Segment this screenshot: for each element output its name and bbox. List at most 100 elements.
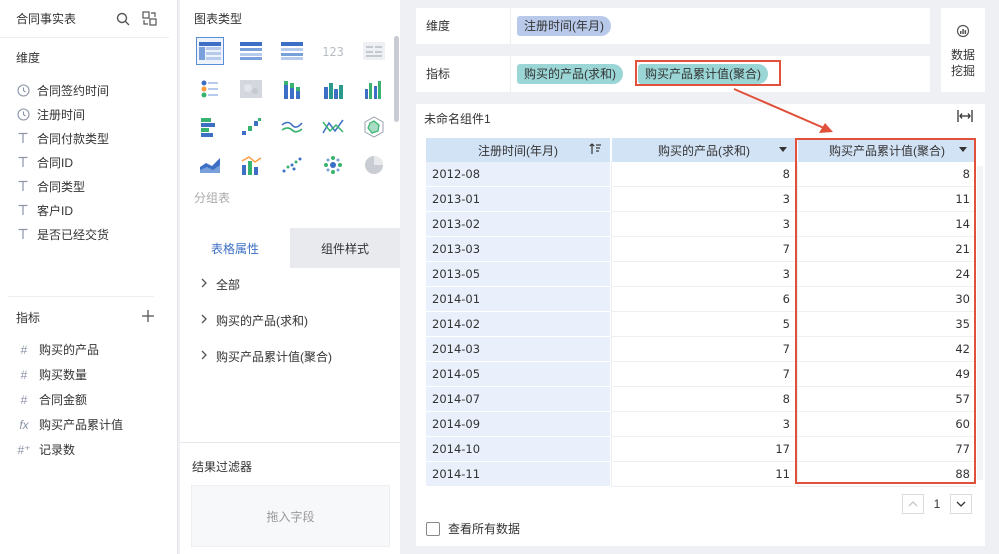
table-cell-purchased: 5 [612,312,796,337]
svg-text:123: 123 [322,45,344,58]
detail-table-icon[interactable] [237,37,265,65]
metric-drop-row: 指标 购买的产品(求和) 购买产品累计值(聚合) [416,56,930,92]
line-chart-icon[interactable] [278,113,306,141]
waterfall-icon[interactable] [237,113,265,141]
table-widget: 未命名组件1 注册时间(年月) 购买的产品(求和) 购买产品累计值(聚合) 20… [416,104,985,546]
table-cell-date: 2013-03 [426,237,610,262]
table-cell-purchased: 3 [612,212,796,237]
dimension-drop-row: 维度 注册时间(年月) [416,8,930,44]
search-icon[interactable] [115,11,131,27]
table-cell-purchased: 8 [612,162,796,187]
pie-chart-icon[interactable] [360,151,388,179]
combo-chart-icon[interactable] [237,151,265,179]
column-header-purchased-sum[interactable]: 购买的产品(求和) [612,138,796,162]
text-type-icon [16,155,30,169]
row-separator [510,56,511,92]
result-filter: 结果过滤器 拖入字段 [180,442,400,554]
table-cell-purchased: 3 [612,412,796,437]
table-cell-date: 2014-03 [426,337,610,362]
filter-drop-zone[interactable]: 拖入字段 [191,485,390,547]
chart-type-grid: 123 [180,37,400,179]
property-all[interactable]: 全部 [180,266,240,302]
scatter-chart-icon[interactable] [278,151,306,179]
text-type-icon [16,203,30,217]
list-card-icon[interactable] [360,37,388,65]
metric-field[interactable]: # 购买的产品 [0,337,170,362]
radar-chart-icon[interactable] [360,113,388,141]
table-cell-date: 2014-07 [426,387,610,412]
column-divider [611,162,612,487]
multi-column-icon[interactable] [360,75,388,103]
add-metric-icon[interactable] [142,298,154,338]
table-cell-purchased: 17 [612,437,796,462]
dropdown-triangle-icon[interactable] [778,143,788,158]
table-cell-date: 2014-09 [426,412,610,437]
text-type-icon [16,179,30,193]
table-cell-purchased: 7 [612,337,796,362]
multi-line-icon[interactable] [319,113,347,141]
table-cell-purchased: 7 [612,237,796,262]
chart-type-name: 分组表 [194,191,231,205]
prev-page-button[interactable] [902,494,924,514]
area-chart-icon[interactable] [196,151,224,179]
hash-icon: # [20,367,28,382]
tab-table-properties[interactable]: 表格属性 [180,228,290,268]
data-mining-icon [956,24,970,41]
table-name: 合同事实表 [16,12,77,26]
dimension-pill-register-time[interactable]: 注册时间(年月) [517,16,611,36]
chevron-right-icon [200,277,208,291]
table-cell-purchased: 6 [612,287,796,312]
metric-field[interactable]: # 合同金额 [0,387,170,412]
chart-type-scrollbar[interactable] [394,36,399,122]
metric-field[interactable]: # 购买数量 [0,362,170,387]
formula-icon: fx [19,417,29,432]
dimension-field[interactable]: 合同签约时间 [0,78,177,102]
sort-ascending-icon[interactable] [589,143,602,158]
table-cell-date: 2013-05 [426,262,610,287]
dimension-field[interactable]: 是否已经交货 [0,222,177,246]
column-header-register-time[interactable]: 注册时间(年月) [426,138,610,162]
dashboard-list-icon[interactable] [196,75,224,103]
table-cell-purchased: 3 [612,262,796,287]
dimension-field[interactable]: 合同ID [0,150,177,174]
kpi-number-icon[interactable]: 123 [319,37,347,65]
bubble-cluster-icon[interactable] [319,151,347,179]
dimension-field[interactable]: 合同付款类型 [0,126,177,150]
widget-title: 未命名组件1 [424,112,491,126]
dimension-field[interactable]: 客户ID [0,198,177,222]
metric-list: # 购买的产品 # 购买数量 # 合同金额 fx 购买产品累计值 #⁺ 记录数 [0,337,170,462]
highlight-box-column [795,138,976,484]
switch-table-icon[interactable] [141,11,157,27]
cross-table-icon[interactable] [278,37,306,65]
metric-field[interactable]: fx 购买产品累计值 [0,412,170,437]
show-all-label: 查看所有数据 [448,522,521,536]
group-table-icon[interactable] [196,37,224,65]
table-cell-date: 2014-02 [426,312,610,337]
dimension-row-label: 维度 [426,19,451,33]
metric-pill-purchased-sum[interactable]: 购买的产品(求和) [517,64,623,84]
show-all-checkbox[interactable] [426,521,440,536]
dimension-field[interactable]: 注册时间 [0,102,177,126]
property-cumulative-agg[interactable]: 购买产品累计值(聚合) [180,338,332,374]
next-page-button[interactable] [950,494,972,514]
metric-field[interactable]: #⁺ 记录数 [0,437,170,462]
highlight-box-metric [635,60,781,86]
data-mining-button[interactable]: 数据挖掘 [941,8,985,92]
table-cell-purchased: 7 [612,362,796,387]
tab-component-style[interactable]: 组件样式 [290,228,400,268]
stacked-column-icon[interactable] [278,75,306,103]
property-purchased-sum[interactable]: 购买的产品(求和) [180,302,308,338]
table-cell-date: 2014-10 [426,437,610,462]
bar-chart-icon[interactable] [196,113,224,141]
dimension-section-title: 维度 [16,51,41,65]
column-chart-icon[interactable] [319,75,347,103]
table-scrollbar[interactable] [977,166,983,480]
record-count-icon: #⁺ [17,442,31,457]
fit-width-icon[interactable] [957,110,973,125]
show-all-data[interactable]: 查看所有数据 [426,520,520,537]
map-heat-icon[interactable] [237,75,265,103]
hash-icon: # [20,392,28,407]
window-edge [993,0,999,554]
dimension-field[interactable]: 合同类型 [0,174,177,198]
table-header: 合同事实表 [0,0,169,38]
